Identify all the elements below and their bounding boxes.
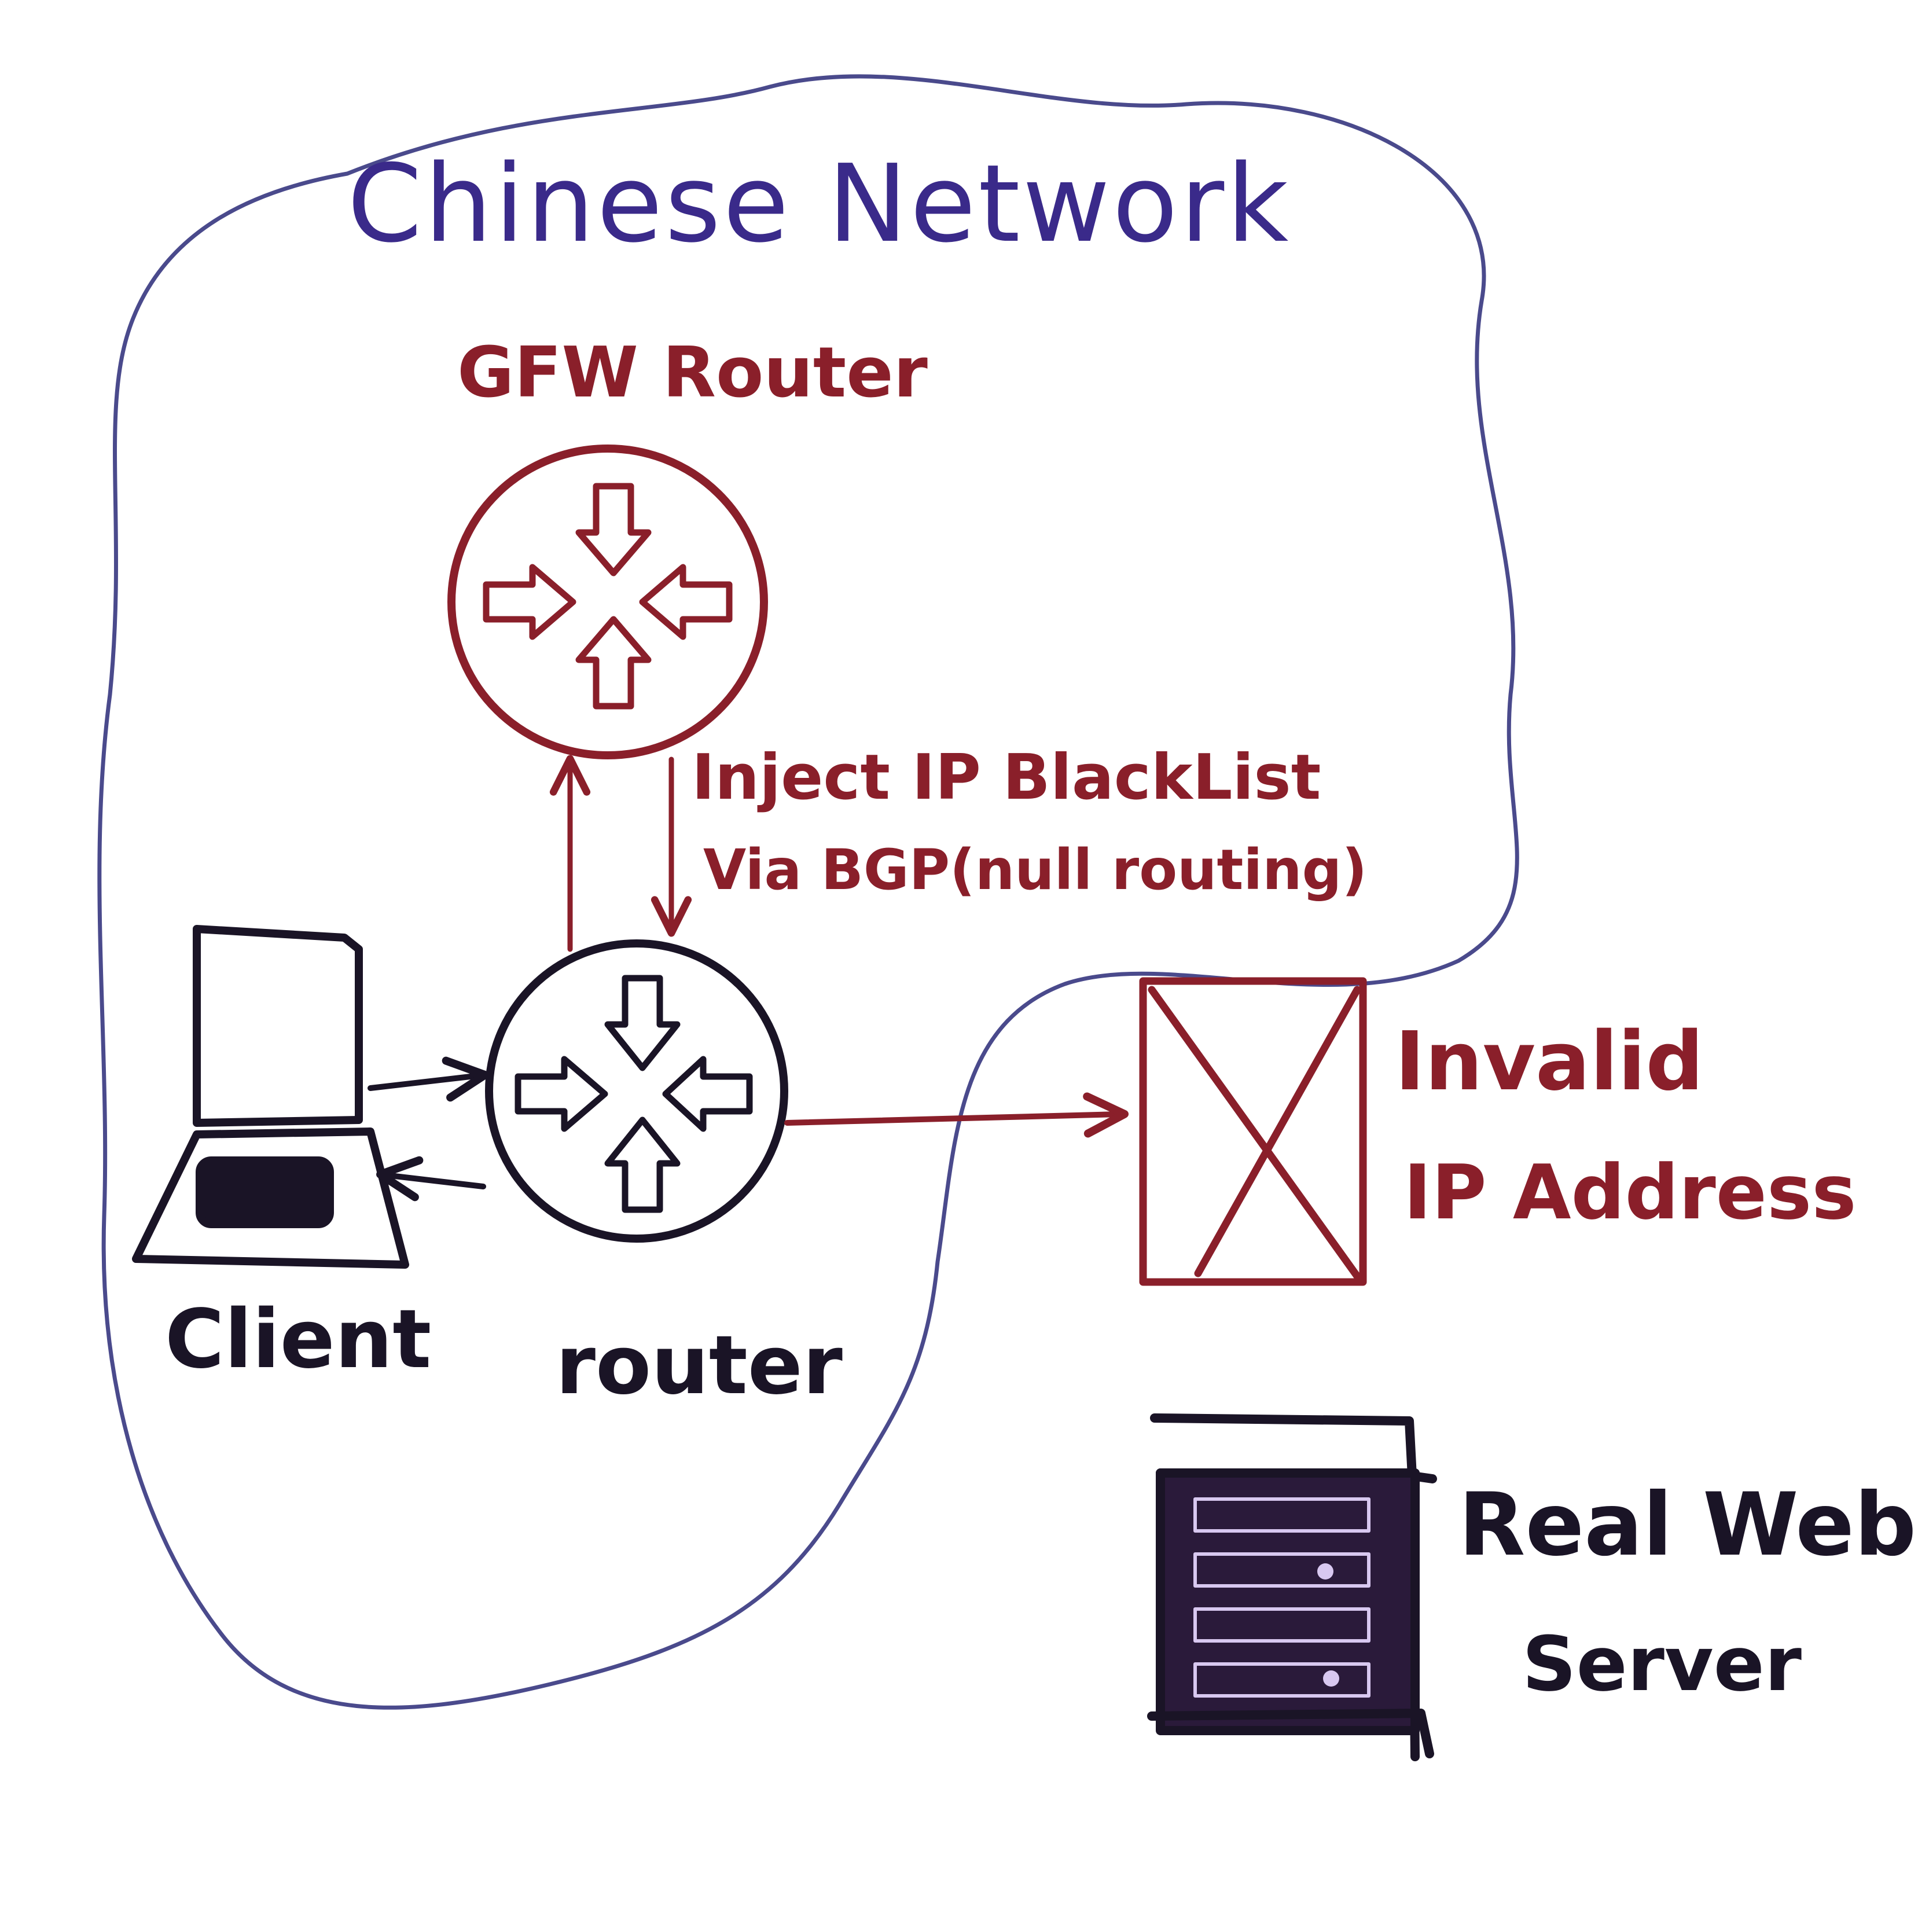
gfw-router-label: GFW Router [457, 333, 928, 413]
invalid-label-line2: IP Address [1403, 1148, 1857, 1236]
invalid-label-line1: Invalid [1395, 1015, 1704, 1109]
network-diagram: Chinese Network GFW Router Inject IP Bla… [0, 0, 1929, 1929]
client-label: Client [165, 1292, 432, 1387]
router-label: router [556, 1318, 843, 1413]
network-label: Chinese Network [347, 141, 1291, 266]
crossed-box-icon [1139, 977, 1367, 1286]
laptop-icon [132, 925, 409, 1269]
inject-label-line1: Inject IP BlackList [692, 741, 1321, 814]
inject-label-line2: Via BGP(null routing) [703, 838, 1368, 902]
edge-router-to-client [376, 1156, 486, 1202]
edge-client-to-router [368, 1056, 489, 1102]
server-label-line2: Server [1522, 1620, 1802, 1708]
edge-router-to-invalid [784, 1092, 1129, 1138]
gfw-router-icon [447, 445, 768, 759]
server-label-line1: Real Web [1458, 1475, 1917, 1575]
router-icon [485, 939, 788, 1243]
server-rack-icon [1147, 1413, 1437, 1761]
